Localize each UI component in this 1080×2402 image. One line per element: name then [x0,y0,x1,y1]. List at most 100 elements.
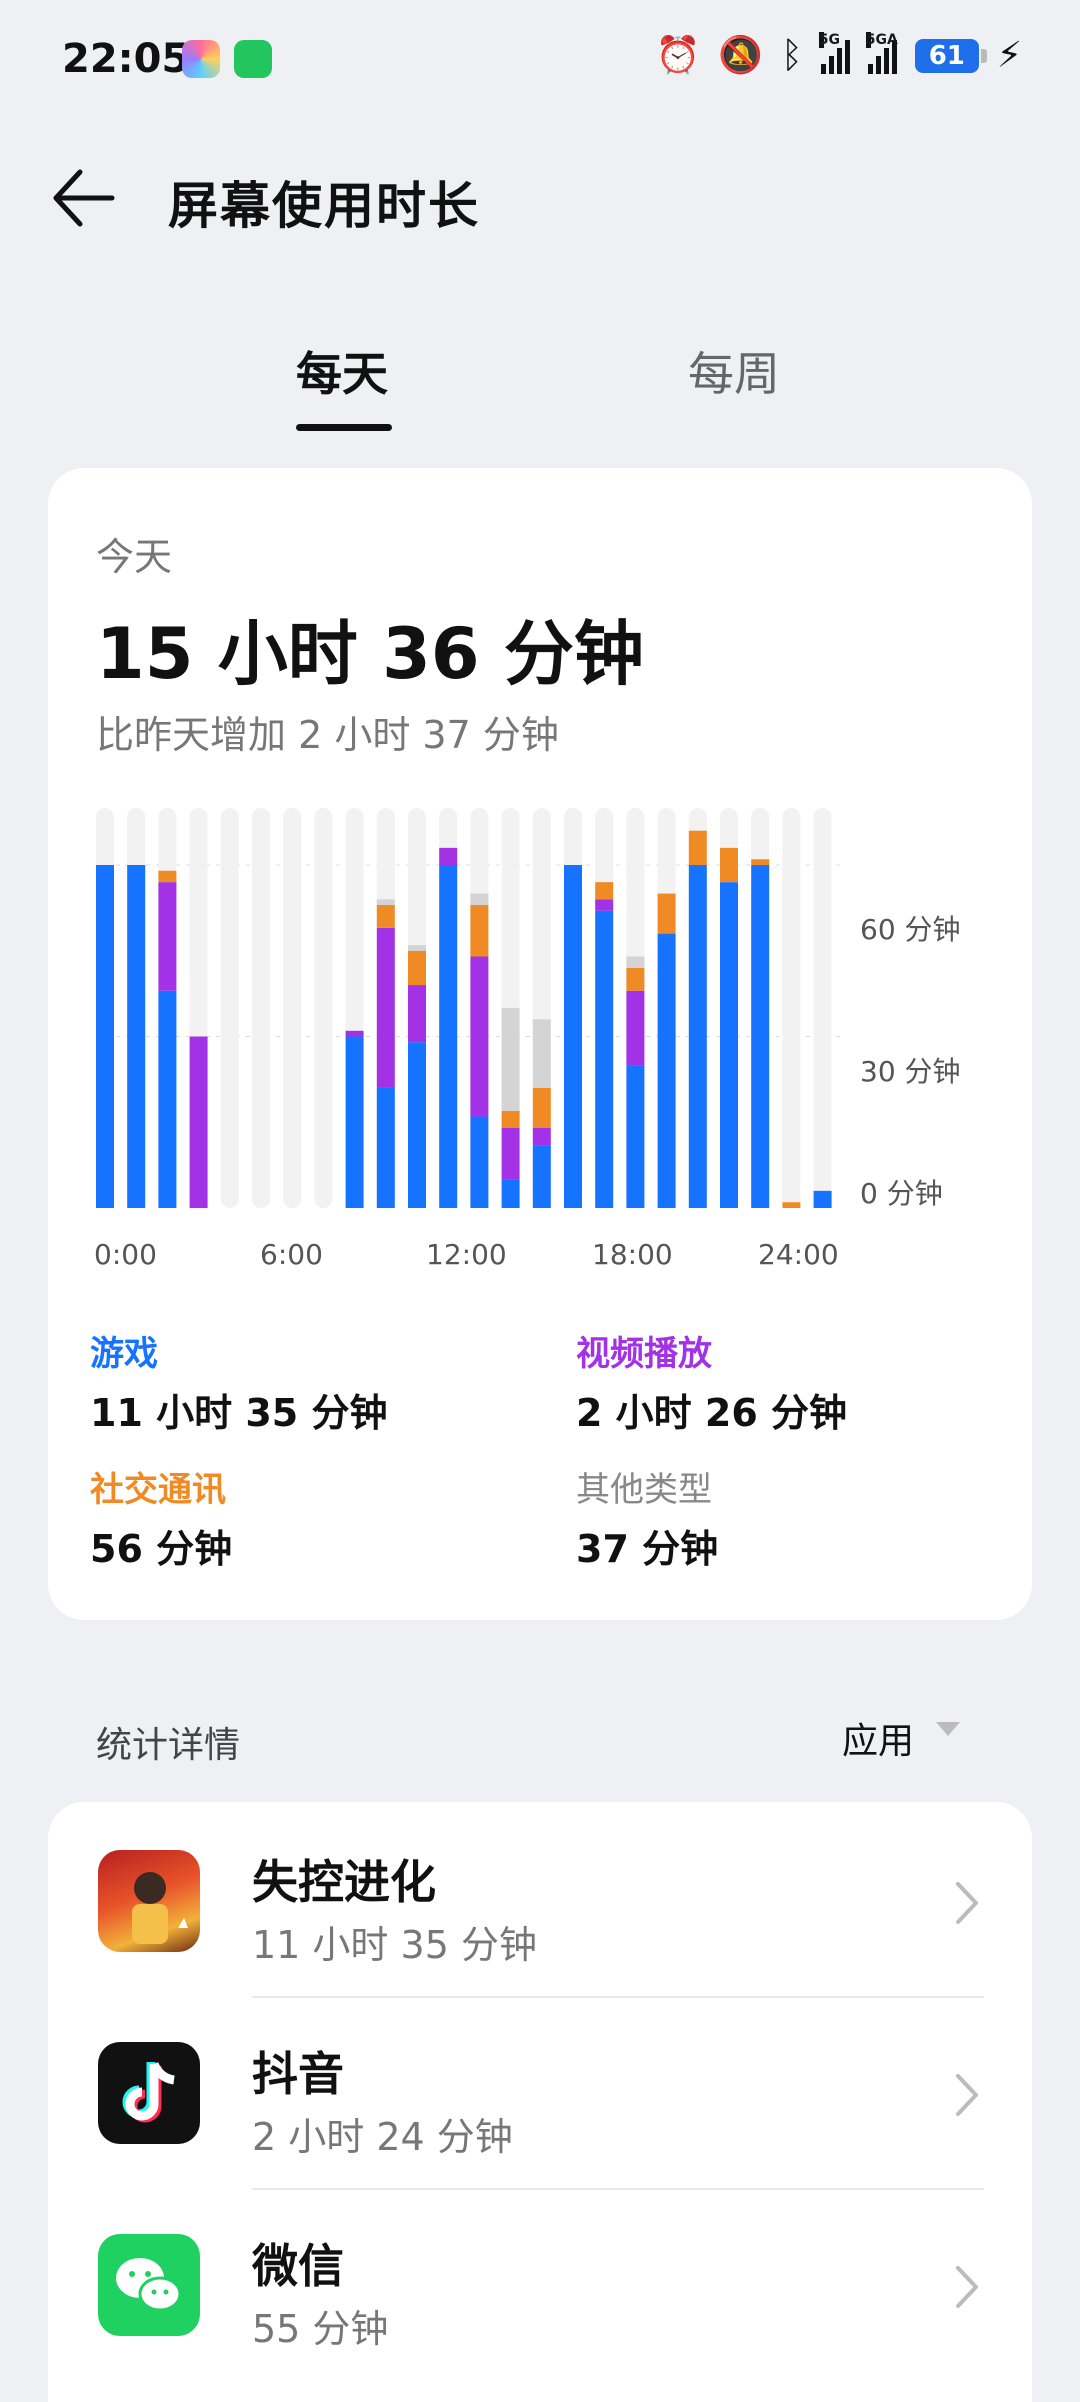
bar-segment [345,1030,364,1037]
app-name[interactable]: 抖音 [252,2038,344,2104]
bar-segment [470,893,489,906]
chevron-right-icon[interactable] [952,2264,982,2310]
tab-weekly[interactable]: 每周 [688,338,780,404]
bar-segment [158,990,177,1208]
bar-segment [688,865,707,1208]
bar-track [782,808,801,1208]
bar-segment [532,1127,551,1146]
y-tick-label: 60 分钟 [860,913,961,946]
network-label-2: 5GA [865,32,898,48]
bar-segment [688,830,707,865]
bar-segment [501,1110,520,1128]
category-video-value: 2 小时 26 分钟 [576,1391,848,1435]
app-name[interactable]: 失控进化 [252,1846,436,1912]
bluetooth-icon: ᛒ [781,35,803,76]
bar-segment [376,1087,395,1208]
bar-segment [470,1116,489,1208]
bar-segment [626,990,645,1066]
category-game-label: 游戏 [90,1334,158,1374]
bar-segment [439,865,458,1208]
bar-segment [532,1019,551,1088]
bar-segment [720,882,738,1208]
store-app-icon [234,40,272,78]
bar-track [220,808,239,1208]
bar-segment [345,1036,364,1208]
bar-segment [626,967,645,991]
bar-segment [408,950,426,986]
bar-segment [626,956,645,968]
bar-segment [595,882,614,900]
bar-segment [408,945,426,951]
status-right-icons: ⏰ 🔕 ᛒ 5G 5GA 61 ⚡ [655,32,1022,76]
x-tick-label: 18:00 [592,1238,673,1271]
comparison-text: 比昨天增加 2 小时 37 分钟 [96,713,559,757]
charging-icon: ⚡ [996,35,1022,76]
page-title: 屏幕使用时长 [168,177,480,235]
photos-app-icon [182,40,220,78]
bar-segment [189,1036,208,1208]
bar-segment [751,859,770,865]
bar-segment [127,865,146,1208]
battery-icon: 61 [914,39,987,73]
bar-segment [158,870,177,883]
category-other-label: 其他类型 [576,1470,712,1510]
bar-segment [158,882,177,991]
bar-segment [626,1065,645,1208]
dropdown-arrow-icon[interactable] [936,1722,960,1736]
x-tick-label: 12:00 [426,1238,507,1271]
back-button[interactable] [50,166,120,230]
day-label: 今天 [96,535,173,579]
bar-segment [376,899,395,906]
bar-segment [470,956,489,1117]
category-social-label: 社交通讯 [90,1470,226,1510]
bar-segment [782,1202,801,1208]
category-social-value: 56 分钟 [90,1527,233,1571]
app-time: 11 小时 35 分钟 [252,1923,537,1967]
tab-daily[interactable]: 每天 [296,338,388,404]
x-tick-label: 24:00 [758,1238,839,1271]
divider [252,1996,984,1998]
bar-segment [657,933,676,1208]
x-tick-label: 6:00 [260,1238,323,1271]
category-other-value: 37 分钟 [576,1527,719,1571]
x-tick-label: 0:00 [94,1238,157,1271]
bar-segment [408,985,426,1043]
mute-icon: 🔕 [718,35,764,76]
bar-track [813,808,832,1208]
bar-segment [532,1087,551,1128]
divider [252,2188,984,2190]
signal-icon: 5G [818,32,850,74]
bar-segment [376,927,395,1088]
app-time: 55 分钟 [252,2307,389,2351]
total-time: 15 小时 36 分钟 [96,613,644,695]
bar-track [252,808,270,1208]
bar-segment [657,893,676,934]
bar-segment [501,1127,520,1180]
signal-icon: 5GA [865,32,898,74]
network-label-1: 5G [818,32,840,48]
chevron-right-icon[interactable] [952,2072,982,2118]
bar-track [283,808,302,1208]
y-tick-label: 30 分钟 [860,1055,961,1088]
category-game-value: 11 小时 35 分钟 [90,1391,388,1435]
app-name[interactable]: 微信 [252,2230,344,2296]
tiktok-icon [98,2042,200,2144]
bar-segment [376,905,395,928]
bar-segment [595,910,614,1208]
bar-segment [501,1007,520,1111]
bar-segment [595,899,614,911]
game-app-icon [98,1850,200,1952]
bar-track [314,808,333,1208]
bar-segment [501,1179,520,1208]
bar-segment [532,1145,551,1208]
bar-segment [720,847,738,883]
bar-segment [439,847,458,865]
bar-segment [470,905,489,957]
chevron-right-icon[interactable] [952,1880,982,1926]
hourly-usage-chart [96,808,840,1208]
status-time: 22:05 [62,36,190,82]
bar-segment [408,1042,426,1208]
sort-dropdown[interactable]: 应用 [842,1712,914,1764]
y-tick-label: 0 分钟 [860,1177,943,1210]
tab-active-indicator [296,424,392,431]
